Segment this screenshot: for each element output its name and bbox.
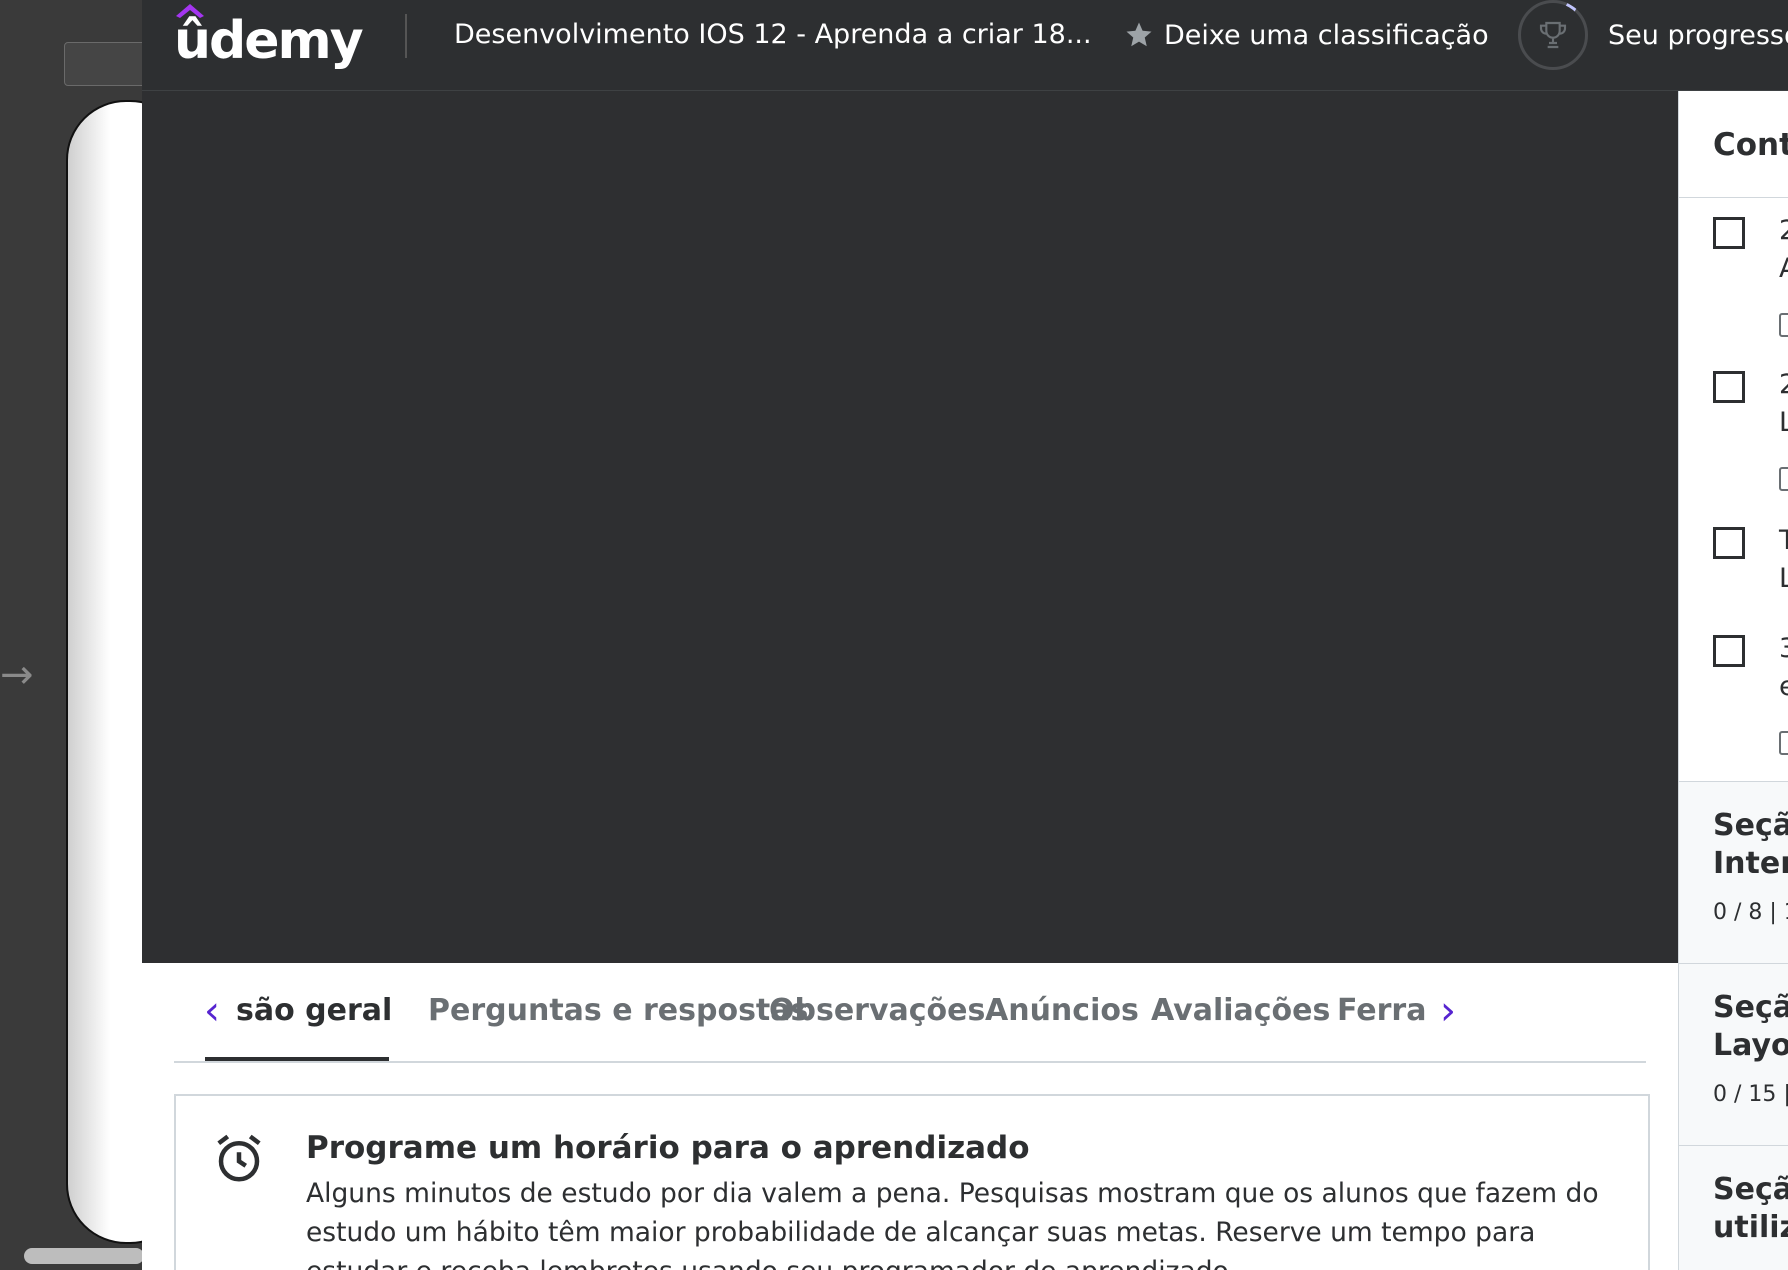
leave-rating-button[interactable]: Deixe uma classificação (1124, 0, 1489, 70)
section-meta: 0 / 8 | 1 (1713, 900, 1788, 925)
section-header[interactable]: Seção Layou 0 / 15 | (1679, 963, 1788, 1146)
top-bar: ûdemy Desenvolvimento IOS 12 - Aprenda a… (142, 0, 1788, 91)
progress-ring (1518, 0, 1588, 70)
lesson-checkbox[interactable] (1713, 635, 1745, 667)
tab-notes[interactable]: Observações (769, 963, 985, 1059)
tab-overview[interactable]: são geral (236, 963, 392, 1059)
section-meta: 0 / 15 | (1713, 1082, 1788, 1107)
progress-label: Seu progresso (1608, 19, 1788, 51)
active-tab-indicator (205, 1057, 389, 1061)
arrow-right-icon: → (0, 652, 34, 698)
card-body: Alguns minutos de estudo por dia valem a… (306, 1178, 1599, 1270)
trophy-icon (1539, 21, 1567, 49)
horizontal-scrollbar[interactable] (24, 1248, 144, 1264)
background-app-panel: → (0, 0, 190, 1270)
progress-button[interactable]: Seu progresso (1518, 0, 1788, 70)
card-title: Programe um horário para o aprendizado (306, 1130, 1030, 1166)
lesson-item[interactable]: 2 L (1679, 353, 1788, 509)
course-content-sidebar: Conteúdo do curso 2 A 2 L T L 3 e Seção (1678, 91, 1788, 1270)
lesson-subtitle: e (1779, 671, 1788, 702)
lesson-item[interactable]: T L (1679, 509, 1788, 617)
tab-questions[interactable]: Perguntas e respostas (428, 963, 808, 1059)
lesson-checkbox[interactable] (1713, 217, 1745, 249)
sidebar-title: Conteúdo do curso (1713, 127, 1788, 163)
lesson-title: T (1779, 525, 1788, 556)
sidebar-header: Conteúdo do curso (1679, 91, 1788, 198)
learning-reminder-card: Programe um horário para o aprendizado A… (174, 1094, 1650, 1270)
lesson-checkbox[interactable] (1713, 527, 1745, 559)
video-player[interactable] (142, 91, 1678, 963)
leave-rating-label: Deixe uma classificação (1164, 19, 1489, 51)
udemy-course-player: ûdemy Desenvolvimento IOS 12 - Aprenda a… (142, 0, 1788, 1270)
lesson-item[interactable]: 2 A (1679, 197, 1788, 353)
lesson-subtitle: A (1779, 253, 1788, 284)
lesson-subtitle: L (1779, 407, 1788, 438)
header-divider (405, 14, 407, 58)
section-subtitle: Layou (1713, 1028, 1788, 1063)
section-title: Seção (1713, 808, 1788, 843)
lesson-title: 2 (1779, 369, 1788, 400)
section-header[interactable]: Seção Intern 0 / 8 | 1 (1679, 781, 1788, 964)
chevron-right-icon[interactable]: › (1428, 987, 1468, 1035)
tab-reviews[interactable]: Avaliações (1151, 963, 1330, 1059)
star-icon (1126, 22, 1152, 47)
tab-announcements[interactable]: Anúncios (985, 963, 1139, 1059)
course-title-link[interactable]: Desenvolvimento IOS 12 - Aprenda a criar… (454, 0, 1092, 70)
lesson-title: 2 (1779, 215, 1788, 246)
video-icon (1779, 731, 1788, 755)
section-subtitle: Intern (1713, 846, 1788, 881)
section-subtitle: utiliz (1713, 1210, 1788, 1245)
lesson-subtitle: L (1779, 563, 1788, 594)
lesson-item[interactable]: 3 e (1679, 617, 1788, 773)
udemy-logo[interactable]: ûdemy (174, 6, 364, 76)
alarm-clock-icon (217, 1134, 261, 1182)
course-tabs: são geral Perguntas e respostas Observaç… (174, 963, 1646, 1063)
section-header[interactable]: Seção utiliz (1679, 1145, 1788, 1270)
section-title: Seção (1713, 990, 1788, 1025)
video-icon (1779, 313, 1788, 337)
chevron-left-icon[interactable]: ‹ (192, 987, 232, 1035)
lesson-checkbox[interactable] (1713, 371, 1745, 403)
lesson-title: 3 (1779, 633, 1788, 664)
video-icon (1779, 467, 1788, 491)
section-title: Seção (1713, 1172, 1788, 1207)
